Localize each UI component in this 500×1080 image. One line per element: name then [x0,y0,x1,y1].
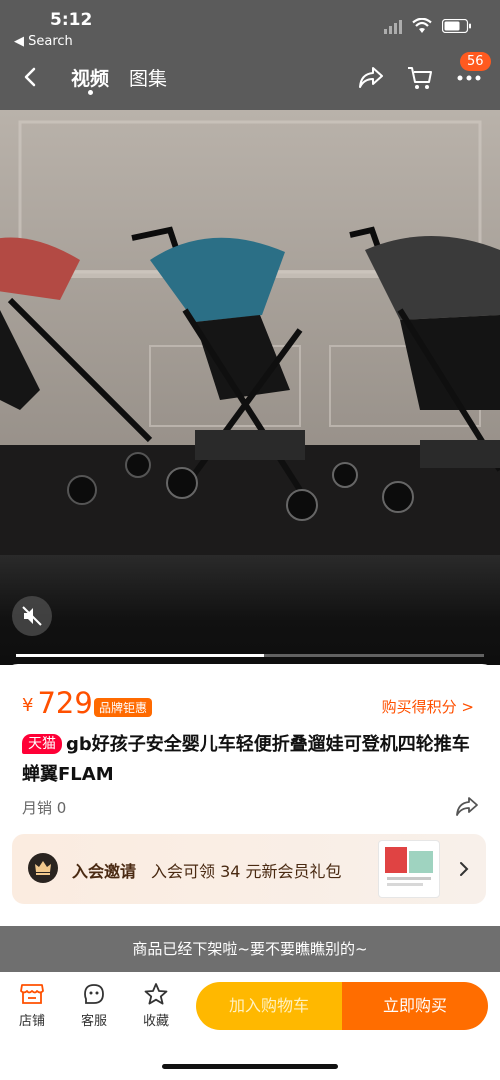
share-icon[interactable] [358,66,384,90]
customer-service-icon [84,984,104,1004]
video-letterbox [0,555,500,665]
video-progress-bar[interactable] [16,654,484,657]
mute-button[interactable] [12,596,52,636]
points-link[interactable]: 购买得积分 > [382,696,474,717]
currency-symbol: ¥ [22,695,34,716]
store-icon [20,984,44,1004]
tab-video[interactable]: 视频 [71,64,109,91]
share-icon[interactable] [455,796,479,818]
product-title: gb好孩子安全婴儿车轻便折叠遛娃可登机四轮推车蝉翼FLAM [22,734,470,785]
membership-description: 入会可领 34 元新会员礼包 [151,862,342,881]
off-shelf-notice: 商品已经下架啦~要不要瞧瞧别的~ [0,926,500,972]
customer-service-button[interactable]: 客服 [69,982,119,1029]
status-bar: 5:12 ◀ Search [0,8,500,52]
purchase-buttons: 加入购物车 立即购买 [196,982,488,1030]
gift-package-image [378,840,440,898]
cart-icon[interactable] [406,65,434,91]
tmall-badge: 天猫 [22,734,62,754]
top-navigation: 视频 图集 [0,58,500,98]
product-media[interactable]: 5:12 ◀ Search 视频 图集 56 [0,0,500,665]
price: ¥729 [22,686,93,720]
add-to-cart-button[interactable]: 加入购物车 [196,982,342,1030]
cellular-signal-icon [384,20,402,34]
crown-icon [28,853,58,883]
message-count-badge: 56 [460,52,491,71]
back-to-search-link[interactable]: ◀ Search [14,34,73,49]
star-icon [144,983,168,1005]
product-video-frame[interactable] [0,110,500,555]
favorite-label: 收藏 [142,1014,169,1029]
battery-icon [442,19,471,33]
membership-title: 入会邀请 [72,862,137,881]
favorite-button[interactable]: 收藏 [131,982,181,1029]
brand-deal-tag: 品牌钜惠 [94,698,153,717]
tab-gallery[interactable]: 图集 [129,64,167,91]
wifi-icon [412,18,432,33]
status-time: 5:12 [50,10,93,30]
buy-now-button[interactable]: 立即购买 [342,982,488,1030]
membership-invite-banner[interactable]: 入会邀请 入会可领 34 元新会员礼包 [12,834,486,904]
chevron-right-icon [460,862,469,876]
bottom-action-bar: 店铺 客服 收藏 加入购物车 立即购买 [0,972,500,1080]
product-title-block: 天猫 gb好孩子安全婴儿车轻便折叠遛娃可登机四轮推车蝉翼FLAM [22,730,482,790]
store-button[interactable]: 店铺 [7,982,57,1029]
muted-speaker-icon [22,606,42,626]
monthly-sales: 月销 0 [22,799,67,817]
customer-service-label: 客服 [80,1014,107,1029]
chevron-left-icon[interactable] [20,66,42,88]
home-indicator [162,1064,338,1069]
price-amount: 729 [37,686,93,720]
store-label: 店铺 [18,1014,45,1029]
active-tab-indicator [88,90,93,95]
video-progress-fill [16,654,265,657]
